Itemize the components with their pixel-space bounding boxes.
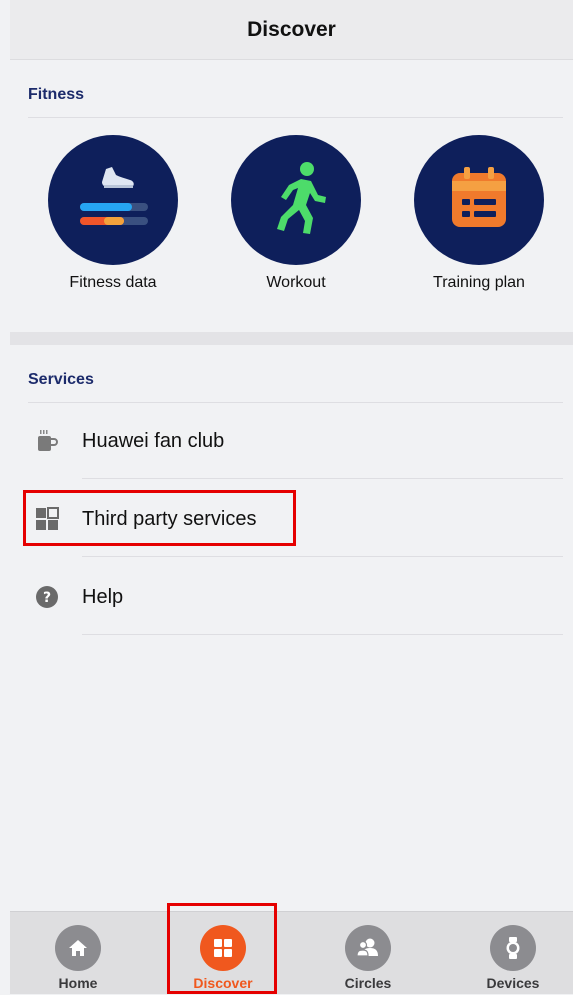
watch-icon: [490, 925, 536, 971]
fitness-section-title: Fitness: [28, 86, 85, 103]
tab-devices-label: Devices: [486, 975, 540, 991]
header-bar: Discover: [10, 0, 573, 60]
row-divider: [82, 634, 563, 635]
calendar-plan-icon: [452, 167, 506, 227]
circles-people-icon: [345, 925, 391, 971]
home-icon: [55, 925, 101, 971]
tab-home-label: Home: [58, 975, 98, 991]
training-plan-label: Training plan: [433, 274, 525, 291]
tab-devices[interactable]: Devices: [458, 912, 568, 995]
service-item-huawei-fan-club[interactable]: Huawei fan club: [28, 403, 563, 479]
fitness-data-label: Fitness data: [69, 274, 157, 291]
help-icon: ?: [34, 584, 60, 610]
workout-label: Workout: [266, 274, 326, 291]
row-divider: [82, 478, 563, 479]
services-section-title: Services: [28, 371, 94, 388]
section-separator: [10, 332, 573, 345]
fitness-data-item[interactable]: Fitness data: [33, 135, 193, 292]
training-plan-item[interactable]: Training plan: [399, 135, 559, 292]
discover-tab-highlight: [167, 903, 277, 994]
service-label-help: Help: [82, 585, 124, 608]
tab-circles[interactable]: Circles: [313, 912, 423, 995]
workout-item[interactable]: Workout: [216, 135, 376, 292]
svg-text:?: ?: [43, 590, 51, 606]
runner-icon: [277, 162, 326, 234]
training-plan-circle: [414, 135, 544, 265]
page-title: Discover: [247, 17, 336, 41]
tab-home[interactable]: Home: [23, 912, 133, 995]
row-divider: [82, 556, 563, 557]
service-item-help[interactable]: ? Help: [28, 559, 563, 635]
third-party-services-highlight: [23, 490, 296, 546]
workout-circle: [231, 135, 361, 265]
fitness-divider: [28, 117, 563, 118]
bottom-tab-bar: Home Discover Circles Devices: [10, 911, 573, 994]
running-shoe-icon: [80, 167, 148, 225]
tab-circles-label: Circles: [344, 975, 392, 991]
fitness-data-circle: [48, 135, 178, 265]
service-label-huawei-fan-club: Huawei fan club: [82, 429, 225, 452]
coffee-cup-icon: [34, 428, 60, 454]
